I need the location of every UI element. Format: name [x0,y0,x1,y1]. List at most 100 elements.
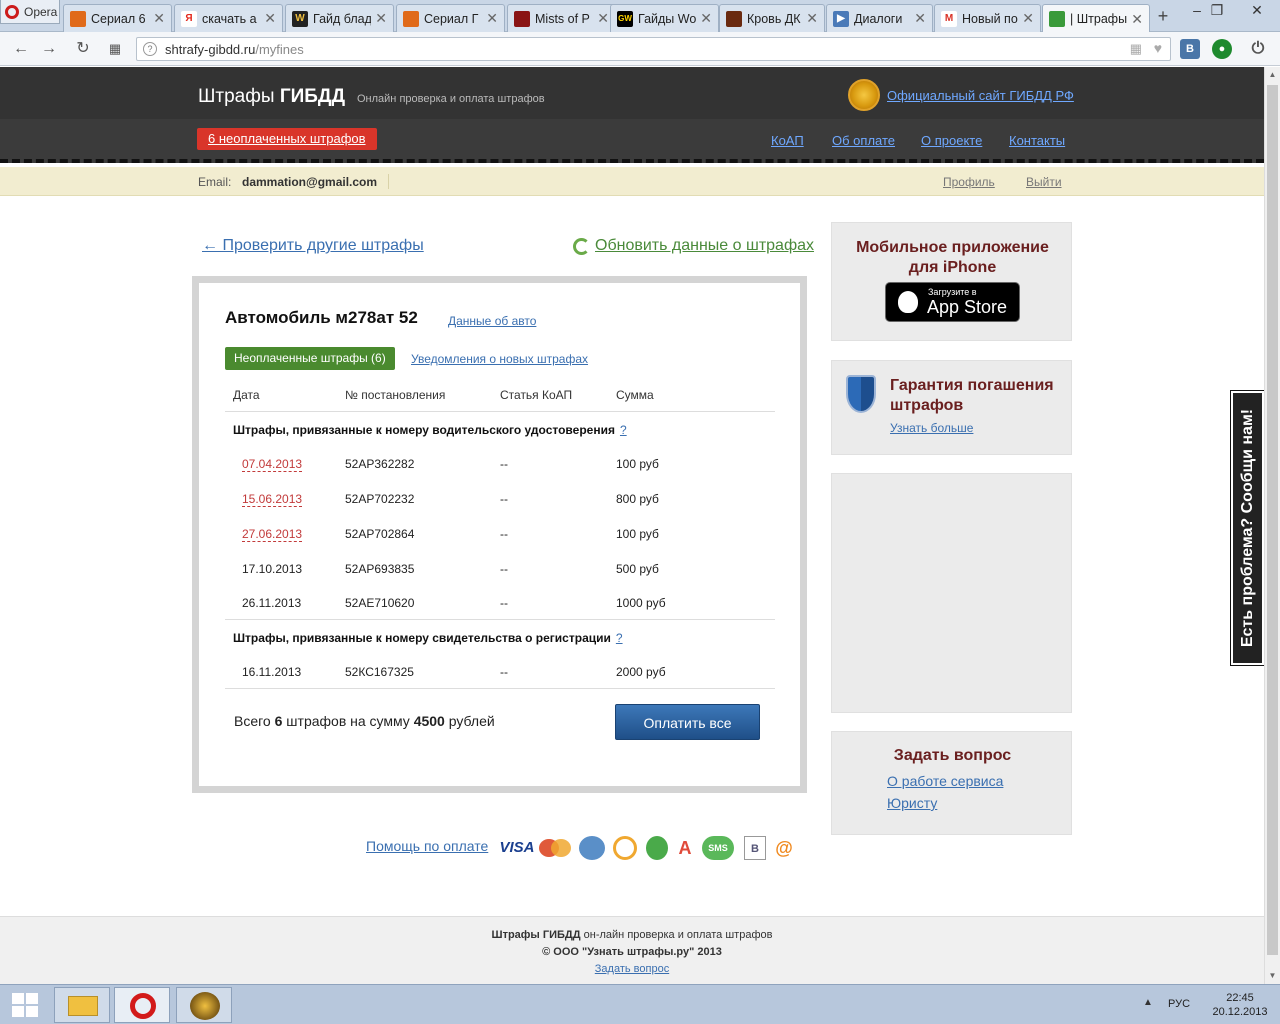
mastercard-icon [539,836,573,860]
ask-lawyer-link[interactable]: Юристу [887,795,937,811]
fine-amount: 500 руб [616,562,659,576]
dk-icon [726,10,742,27]
divider [388,174,389,189]
maximize-icon[interactable]: ❐ [1200,0,1234,22]
tab-label: Кровь ДК [747,11,801,26]
fine-amount: 2000 руб [616,665,666,679]
tab-label: скачать а [202,11,257,26]
scrollbar-thumb[interactable] [1267,85,1278,955]
fine-number: 52АЕ710620 [345,596,415,610]
url-input[interactable]: ? shtrafy-gibdd.ru/myfines ▦ ♥ [136,37,1171,61]
close-tab-icon[interactable]: ✕ [486,10,498,27]
ask-service-link[interactable]: О работе сервиса [887,773,1003,789]
windows-start-icon[interactable] [12,993,38,1017]
nav-about[interactable]: О проекте [921,133,982,148]
payment-help-link[interactable]: Помощь по оплате [366,838,488,854]
fine-date-link[interactable]: 15.06.2013 [242,492,303,507]
tab-unpaid-fines[interactable]: Неоплаченные штрафы (6) [225,347,395,370]
gmail-icon: M [941,10,957,27]
browser-tab[interactable]: Сериал 6 ✕ [63,4,172,32]
browser-tab[interactable]: W Гайд блад ✕ [285,4,394,32]
learn-more-link[interactable]: Узнать больше [890,421,973,435]
tray-expand-icon[interactable]: ▲ [1143,997,1153,1008]
mobile-app-promo: Мобильное приложение для iPhone Загрузит… [831,222,1072,341]
unpaid-fines-button[interactable]: 6 неоплаченных штрафов [197,128,377,150]
new-tab-button[interactable]: + [1152,4,1174,28]
vk-extension-icon[interactable]: В [1180,39,1200,59]
file-explorer-icon[interactable] [54,987,110,1023]
pay-all-button[interactable]: Оплатить все [615,704,760,740]
help-link[interactable]: ? [616,631,623,645]
sms-icon: SMS [702,836,734,860]
check-other-fines-link[interactable]: ← Проверить другие штрафы [202,237,424,255]
close-tab-icon[interactable]: ✕ [153,10,165,27]
tray-clock[interactable]: 22:45 20.12.2013 [1210,991,1270,1019]
footer-ask-link[interactable]: Задать вопрос [0,963,1264,975]
fine-date-link[interactable]: 27.06.2013 [242,527,303,542]
app-store-button[interactable]: Загрузите в App Store [885,282,1020,322]
site-logo[interactable]: Штрафы ГИБДД [198,86,345,108]
opera-menu-button[interactable]: Opera [0,0,60,24]
mailru-icon: @ [775,838,793,858]
close-tab-icon[interactable]: ✕ [1131,11,1143,28]
total-text: рублей [444,713,495,729]
fine-date-link[interactable]: 07.04.2013 [242,457,303,472]
close-tab-icon[interactable]: ✕ [375,10,387,27]
logout-link[interactable]: Выйти [1026,175,1062,189]
scroll-down-icon[interactable]: ▼ [1265,968,1280,984]
forward-arrow-icon[interactable]: → [38,38,60,60]
fines-card-frame: Автомобиль м278ат 52 Данные об авто Неоп… [192,276,807,793]
site-tagline: Онлайн проверка и оплата штрафов [357,93,545,105]
tab-notifications[interactable]: Уведомления о новых штрафах [411,352,588,366]
nav-koap[interactable]: КоАП [771,133,804,148]
heart-icon[interactable]: ♥ [1154,40,1162,56]
browser-tab[interactable]: Mists of P ✕ [507,4,616,32]
alfabank-icon: A [678,838,692,858]
feedback-tab[interactable]: Есть проблема? Сообщи нам! [1230,390,1265,666]
opera-taskbar-icon[interactable] [114,987,170,1023]
scroll-up-icon[interactable]: ▲ [1265,67,1280,83]
fine-article: -- [500,492,508,506]
close-tab-icon[interactable]: ✕ [597,10,609,27]
profile-link[interactable]: Профиль [943,175,995,189]
browser-tab[interactable]: Кровь ДК ✕ [719,4,825,32]
input-language[interactable]: РУС [1168,998,1190,1010]
official-gibdd-link[interactable]: Официальный сайт ГИБДД РФ [887,88,1074,103]
browser-tab[interactable]: GW Гайды Wo ✕ [610,4,719,32]
nav-contacts[interactable]: Контакты [1009,133,1065,148]
close-tab-icon[interactable]: ✕ [1022,10,1034,27]
reload-icon[interactable]: ↻ [72,38,94,60]
vertical-scrollbar[interactable]: ▲ ▼ [1264,67,1280,984]
divider [225,688,775,689]
car-data-link[interactable]: Данные об авто [448,314,536,328]
browser-tab[interactable]: Я скачать а ✕ [174,4,283,32]
browser-tab[interactable]: M Новый по ✕ [934,4,1041,32]
nav-payment[interactable]: Об оплате [832,133,895,148]
column-header-amount: Сумма [616,388,654,402]
grid-icon[interactable]: ▦ [1130,41,1142,57]
visa-icon: VISA [499,839,535,856]
browser-tab-active[interactable]: | Штрафы ✕ [1042,4,1150,33]
yandex-icon: Я [181,10,197,27]
help-link[interactable]: ? [620,423,627,437]
close-tab-icon[interactable]: ✕ [264,10,276,27]
browser-tab-bar: Opera Сериал 6 ✕ Я скачать а ✕ W Гайд бл… [0,0,1280,33]
close-tab-icon[interactable]: ✕ [914,10,926,27]
site-header: Штрафы ГИБДД Онлайн проверка и оплата шт… [0,67,1264,119]
logo-text-bold: ГИБДД [279,86,345,107]
close-window-icon[interactable]: ✕ [1240,0,1274,22]
power-icon[interactable]: ⏻ [1248,39,1268,59]
wow-taskbar-icon[interactable] [176,987,232,1023]
guarantee-title: Гарантия погашения штрафов [890,377,1054,414]
fine-date: 26.11.2013 [242,596,302,610]
browser-tab[interactable]: Сериал Г ✕ [396,4,505,32]
globe-extension-icon[interactable]: ● [1212,39,1232,59]
close-tab-icon[interactable]: ✕ [806,10,818,27]
back-arrow-icon[interactable]: ← [10,38,32,60]
close-tab-icon[interactable]: ✕ [700,10,712,27]
browser-tab[interactable]: ▶ Диалоги ✕ [826,4,933,32]
refresh-fines-link[interactable]: Обновить данные о штрафах [573,237,814,255]
speed-dial-icon[interactable]: ▦ [104,38,126,60]
site-info-icon[interactable]: ? [143,42,157,56]
sberbank-icon [646,836,668,860]
